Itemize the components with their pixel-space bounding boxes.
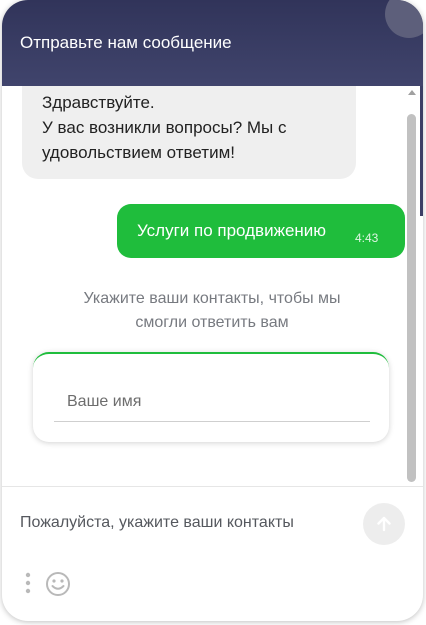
vertical-dots-icon xyxy=(25,572,31,594)
message-time: 4:43 xyxy=(355,231,379,245)
incoming-line: Здравствуйте. xyxy=(42,93,155,112)
scroll-up-arrow-icon[interactable] xyxy=(408,90,416,95)
prompt-line: смогли ответить вам xyxy=(135,314,289,331)
more-options-button[interactable] xyxy=(22,570,34,598)
outgoing-message: Услуги по продвижению 4:43 xyxy=(117,204,405,258)
scrollbar[interactable] xyxy=(405,88,419,484)
header-corner-decoration xyxy=(385,0,423,38)
chat-widget: Отправьте нам сообщение Здравствуйте. У … xyxy=(2,0,423,621)
send-button[interactable] xyxy=(363,503,405,545)
arrow-up-icon xyxy=(377,516,391,532)
incoming-line: удовольствием ответим! xyxy=(42,143,235,162)
message-input[interactable] xyxy=(20,505,350,541)
smiley-icon xyxy=(46,572,70,596)
header-title: Отправьте нам сообщение xyxy=(20,33,232,52)
footer-divider xyxy=(2,486,423,487)
message-list: Здравствуйте. У вас возникли вопросы? Мы… xyxy=(2,86,423,486)
emoji-button[interactable] xyxy=(44,570,72,598)
incoming-line: У вас возникли вопросы? Мы с xyxy=(42,118,287,137)
contact-form-card xyxy=(33,352,389,442)
prompt-line: Укажите ваши контакты, чтобы мы xyxy=(83,290,341,307)
outgoing-text: Услуги по продвижению xyxy=(137,221,327,240)
chat-header: Отправьте нам сообщение xyxy=(2,0,423,86)
name-input[interactable] xyxy=(54,382,370,422)
scrollbar-thumb[interactable] xyxy=(407,114,416,482)
incoming-message: Здравствуйте. У вас возникли вопросы? Мы… xyxy=(22,86,356,179)
contact-prompt: Укажите ваши контакты, чтобы мы смогли о… xyxy=(42,287,382,335)
